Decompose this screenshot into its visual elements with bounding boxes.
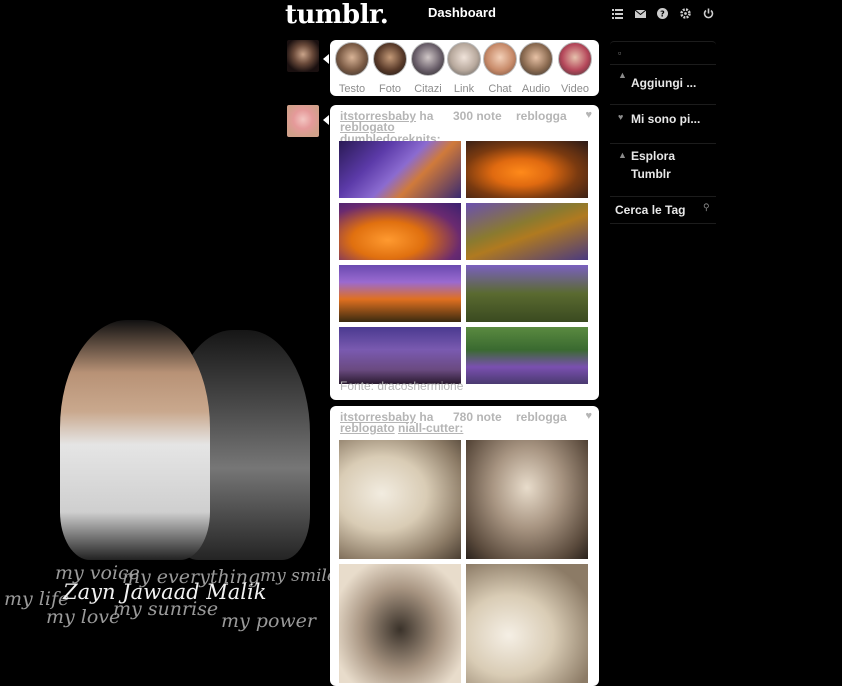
svg-text:?: ? bbox=[660, 10, 665, 19]
post-type-photo-button[interactable]: Foto bbox=[373, 42, 407, 95]
reblogged-label: reblogato bbox=[340, 421, 395, 435]
dashboard-link[interactable]: Dashboard bbox=[428, 5, 496, 20]
post-type-chat-button[interactable]: Chat bbox=[483, 42, 517, 95]
photo[interactable] bbox=[466, 327, 588, 384]
reblog-link[interactable]: reblogga bbox=[516, 411, 567, 423]
post-type-label: Video bbox=[561, 83, 589, 95]
post-card: itstorresbaby ha 780 note reblogga ♥ reb… bbox=[330, 406, 599, 686]
sidebar-item-aggiungi[interactable]: ▲ Aggiungi ... bbox=[610, 64, 716, 105]
post-type-audio-button[interactable]: Audio bbox=[519, 42, 553, 95]
tumblr-logo[interactable]: tumblr. bbox=[285, 0, 389, 30]
compass-icon: ▲ bbox=[618, 150, 627, 160]
photo[interactable] bbox=[466, 141, 588, 198]
post-author-avatar[interactable] bbox=[287, 105, 319, 137]
list-icon[interactable] bbox=[612, 8, 623, 19]
post-type-label: Audio bbox=[521, 83, 551, 95]
photo[interactable] bbox=[339, 203, 461, 260]
photo[interactable] bbox=[339, 265, 461, 322]
sidebar-item-blank: ▫ bbox=[610, 41, 716, 65]
heart-icon: ♥ bbox=[618, 112, 624, 122]
photo[interactable] bbox=[339, 141, 461, 198]
post-type-label: Link bbox=[453, 83, 475, 95]
mail-icon[interactable] bbox=[634, 8, 647, 19]
chat-icon bbox=[483, 42, 517, 76]
audio-icon bbox=[519, 42, 553, 76]
photo[interactable] bbox=[466, 203, 588, 260]
background-phrase: my smile bbox=[260, 566, 330, 586]
sidebar-item-search-tags[interactable]: Cerca le Tag ⚲ bbox=[610, 197, 716, 224]
photo[interactable] bbox=[339, 327, 461, 384]
post-type-video-button[interactable]: Video bbox=[558, 42, 592, 95]
link-icon bbox=[447, 42, 481, 76]
background-artwork: my voice my everything my smile my life … bbox=[0, 300, 330, 669]
post-type-label: Testo bbox=[338, 83, 366, 95]
gear-icon[interactable] bbox=[680, 8, 691, 19]
reblog-source-link[interactable]: niall-cutter: bbox=[398, 421, 463, 435]
post-source-caption[interactable]: Fonte: dracoshermione bbox=[340, 379, 463, 393]
post-type-link-button[interactable]: Link bbox=[447, 42, 481, 95]
post-header: itstorresbaby ha 780 note reblogga ♥ reb… bbox=[340, 410, 592, 434]
post-type-bar: Testo Foto Citazi Link Chat Audio Video bbox=[330, 40, 599, 96]
quote-icon bbox=[411, 42, 445, 76]
text-icon bbox=[335, 42, 369, 76]
sidebar-item-label: Aggiungi ... bbox=[631, 76, 697, 90]
heart-icon[interactable]: ♥ bbox=[585, 109, 592, 121]
post-type-text-button[interactable]: Testo bbox=[335, 42, 369, 95]
reblog-source: reblogato niall-cutter: bbox=[340, 422, 463, 434]
post-type-label: Citazi bbox=[414, 83, 442, 95]
post-header: itstorresbaby ha 300 note reblogga ♥ reb… bbox=[340, 109, 592, 145]
photo[interactable] bbox=[339, 440, 461, 559]
search-icon: ⚲ bbox=[703, 202, 710, 212]
help-icon[interactable]: ? bbox=[657, 8, 668, 19]
background-phrase: my power bbox=[221, 610, 316, 632]
sidebar-item-label: Esplora bbox=[631, 149, 676, 163]
photo[interactable] bbox=[466, 265, 588, 322]
sidebar-item-label: Mi sono pi... bbox=[631, 112, 701, 126]
post-type-quote-button[interactable]: Citazi bbox=[411, 42, 445, 95]
background-phrase: my sunrise bbox=[113, 598, 219, 620]
video-icon bbox=[558, 42, 592, 76]
heart-icon[interactable]: ♥ bbox=[585, 410, 592, 422]
photo[interactable] bbox=[339, 564, 461, 683]
post-type-label: Chat bbox=[488, 83, 512, 95]
notes-count[interactable]: 300 note bbox=[453, 110, 502, 122]
photo[interactable] bbox=[466, 564, 588, 683]
user-avatar[interactable] bbox=[287, 40, 319, 72]
add-user-icon: ▲ bbox=[618, 70, 627, 80]
sidebar-item-explore[interactable]: ▲ Esplora Tumblr bbox=[610, 144, 716, 197]
placeholder-icon: ▫ bbox=[618, 48, 622, 58]
background-photo-front bbox=[60, 320, 210, 560]
background-phrase: my love bbox=[46, 606, 121, 628]
sidebar-item-label-line2: Tumblr bbox=[631, 167, 671, 181]
post-type-label: Foto bbox=[378, 83, 401, 95]
post-pointer bbox=[323, 54, 329, 64]
sidebar-item-label: Cerca le Tag bbox=[615, 203, 686, 217]
post-pointer bbox=[323, 115, 329, 125]
photo[interactable] bbox=[466, 440, 588, 559]
photo-icon bbox=[373, 42, 407, 76]
post-card: itstorresbaby ha 300 note reblogga ♥ reb… bbox=[330, 105, 599, 400]
reblog-link[interactable]: reblogga bbox=[516, 110, 567, 122]
power-icon[interactable] bbox=[703, 8, 714, 19]
sidebar-item-likes[interactable]: ♥ Mi sono pi... bbox=[610, 105, 716, 144]
